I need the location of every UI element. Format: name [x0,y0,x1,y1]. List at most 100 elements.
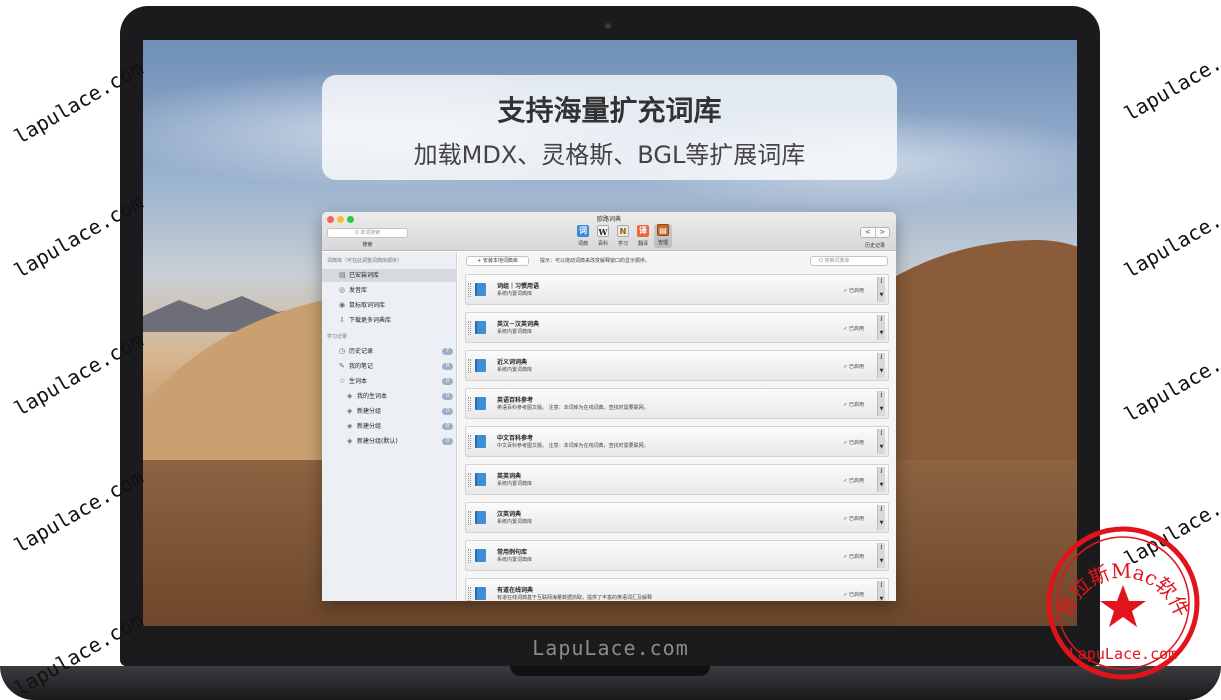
window-title: 欧路词典 [596,216,621,223]
toolbar-translate-button[interactable]: 译 翻译 [634,225,652,247]
sidebar-item-label: 新建分组 [357,423,382,430]
dictionary-name: 有道在线词典 [497,587,534,594]
book-icon [475,435,486,448]
sidebar-item-group-default[interactable]: ◈ 新建分组(默认) 0 [322,435,457,448]
drag-handle-icon[interactable] [468,435,471,449]
book-icon [475,587,486,600]
info-button[interactable]: i ▼ [877,467,885,492]
dictionary-card[interactable]: 有道在线词典 有道在线词典基于互联网海量数据抓取，提供了丰富的英语词汇及解释 ✓… [465,578,889,601]
dictionary-search-input[interactable]: Q 搜索词典库 [810,256,888,266]
sidebar-item-group-1[interactable]: ◈ 新建分组 0 [322,405,457,418]
dictionary-status: ✓ 已启用 [843,592,864,598]
book-icon [475,397,486,410]
toolbar-study-button[interactable]: N 学习 [614,225,632,247]
drag-handle-icon[interactable] [468,473,471,487]
window-toolbar: 欧路词典 Q 单词搜索 搜索 词 词典 W 百科 N 学习 译 翻译 ▤ 管理 [322,212,896,251]
sidebar-item-download[interactable]: ⇩ 下载更多词典库 [322,314,457,327]
dictionary-card[interactable]: 常用例句库 系统内置词典库 ✓ 已启用 i ▼ [465,540,889,571]
sidebar-item-label: 我的笔记 [349,363,374,370]
toolbar-label: 翻译 [637,241,648,247]
sidebar-item-wordbook[interactable]: ☆ 生词本 0 [322,375,457,388]
drag-handle-icon[interactable] [468,397,471,411]
toolbar-manage-button[interactable]: ▤ 管理 [654,224,672,248]
info-icon: i [880,277,883,285]
dictionary-status: ✓ 已启用 [843,516,864,522]
info-icon: i [880,467,883,475]
info-button[interactable]: i ▼ [877,581,885,601]
dictionary-status: ✓ 已启用 [843,326,864,332]
book-icon [475,321,486,334]
history-forward-button[interactable]: > [876,228,890,237]
info-button[interactable]: i ▼ [877,277,885,302]
info-button[interactable]: i ▼ [877,429,885,454]
dictionary-description: 系统内置词典库 [497,291,533,297]
speech-icon: ◎ [339,286,346,294]
toolbar-label: 学习 [617,241,628,247]
chevron-down-icon[interactable]: ▼ [878,406,885,412]
word-search-input[interactable]: Q 单词搜索 [327,228,408,238]
install-local-dictionary-button[interactable]: + 安装本地词典库 [466,256,529,266]
sidebar: 词典库（可在此调整词典库顺序） ▤ 已安装词库 ◎ 发音库 ◉ 鼠标取词词库 ⇩… [322,252,457,601]
svg-text:LapuLace.com: LapuLace.com [1069,645,1177,663]
toolbar-dictionary-button[interactable]: 词 词典 [574,225,592,247]
chevron-down-icon[interactable]: ▼ [878,482,885,488]
chevron-down-icon[interactable]: ▼ [878,292,885,298]
book-icon [475,473,486,486]
dictionary-card[interactable]: 近义词词典 系统内置词典库 ✓ 已启用 i ▼ [465,350,889,381]
pencil-icon: ✎ [339,362,345,370]
chevron-down-icon[interactable]: ▼ [878,368,885,374]
chevron-down-icon[interactable]: ▼ [878,444,885,450]
dictionary-status: ✓ 已启用 [843,440,864,446]
dictionary-card[interactable]: 词组｜习惯用语 系统内置词典库 ✓ 已启用 i ▼ [465,274,889,305]
drag-handle-icon[interactable] [468,549,471,563]
dictionary-name: 英语百科参考 [497,397,534,404]
chevron-down-icon[interactable]: ▼ [878,520,885,526]
dictionary-description: 有道在线词典基于互联网海量数据抓取，提供了丰富的英语词汇及解释 [497,595,653,601]
chevron-down-icon[interactable]: ▼ [878,558,885,564]
dictionary-description: 英语百科参考图文版。 注意：本词库为在线词典，查找时需要联网。 [497,405,649,411]
info-button[interactable]: i ▼ [877,353,885,378]
sidebar-item-group-2[interactable]: ◈ 新建分组 0 [322,420,457,433]
drag-handle-icon[interactable] [468,283,471,297]
drag-handle-icon[interactable] [468,321,471,335]
sidebar-item-speech[interactable]: ◎ 发音库 [322,284,457,297]
dictionary-card[interactable]: 汉英词典 系统内置词典库 ✓ 已启用 i ▼ [465,502,889,533]
count-badge: 0 [442,408,453,415]
toolbar-label: 词典 [577,241,588,247]
count-badge: 0 [442,393,453,400]
sidebar-item-label: 历史记录 [349,348,374,355]
sidebar-item-installed[interactable]: ▤ 已安装词库 [322,269,457,282]
sidebar-item-label: 生词本 [349,378,368,385]
drag-handle-icon[interactable] [468,511,471,525]
toolbar-wiki-button[interactable]: W 百科 [594,225,612,247]
mouse-icon: ◉ [339,301,346,309]
chevron-down-icon[interactable]: ▼ [878,330,885,336]
toolbar-label: 管理 [657,240,668,246]
dictionary-manager: + 安装本地词典库 提示：可以拖动词典来改变解释窗口的显示顺序。 Q 搜索词典库… [458,252,896,601]
info-button[interactable]: i ▼ [877,505,885,530]
wiki-icon: W [597,225,609,237]
sidebar-item-history[interactable]: ◷ 历史记录 7 [322,345,457,358]
info-button[interactable]: i ▼ [877,391,885,416]
laptop-chin-brand: LapuLace.com [532,636,689,660]
dictionary-card[interactable]: 中文百科参考 中文百科参考图文版。 注意：本词库为在线词典，查找时需要联网。 ✓… [465,426,889,457]
history-back-button[interactable]: < [861,228,876,237]
info-button[interactable]: i ▼ [877,315,885,340]
sidebar-item-mouse-lookup[interactable]: ◉ 鼠标取词词库 [322,299,457,312]
sidebar-item-label: 下载更多词典库 [349,317,392,324]
chevron-down-icon[interactable]: ▼ [878,596,885,601]
laptop-scene: 支持海量扩充词库 加载MDX、灵格斯、BGL等扩展词库 欧路词典 Q 单词搜索 … [0,0,1221,700]
dictionary-name: 词组｜习惯用语 [497,283,540,290]
dictionary-card[interactable]: 英汉－汉英词典 系统内置词典库 ✓ 已启用 i ▼ [465,312,889,343]
watermark: lapulace.com [1120,189,1221,283]
book-icon [475,359,486,372]
drag-handle-icon[interactable] [468,359,471,373]
sidebar-item-notes[interactable]: ✎ 我的笔记 0 [322,360,457,373]
dictionary-description: 中文百科参考图文版。 注意：本词库为在线词典，查找时需要联网。 [497,443,649,449]
drag-handle-icon[interactable] [468,587,471,601]
dictionary-description: 系统内置词典库 [497,367,533,373]
sidebar-item-my-wordbook[interactable]: ◈ 我的生词本 0 [322,390,457,403]
dictionary-card[interactable]: 英英词典 系统内置词典库 ✓ 已启用 i ▼ [465,464,889,495]
dictionary-card[interactable]: 英语百科参考 英语百科参考图文版。 注意：本词库为在线词典，查找时需要联网。 ✓… [465,388,889,419]
info-button[interactable]: i ▼ [877,543,885,568]
